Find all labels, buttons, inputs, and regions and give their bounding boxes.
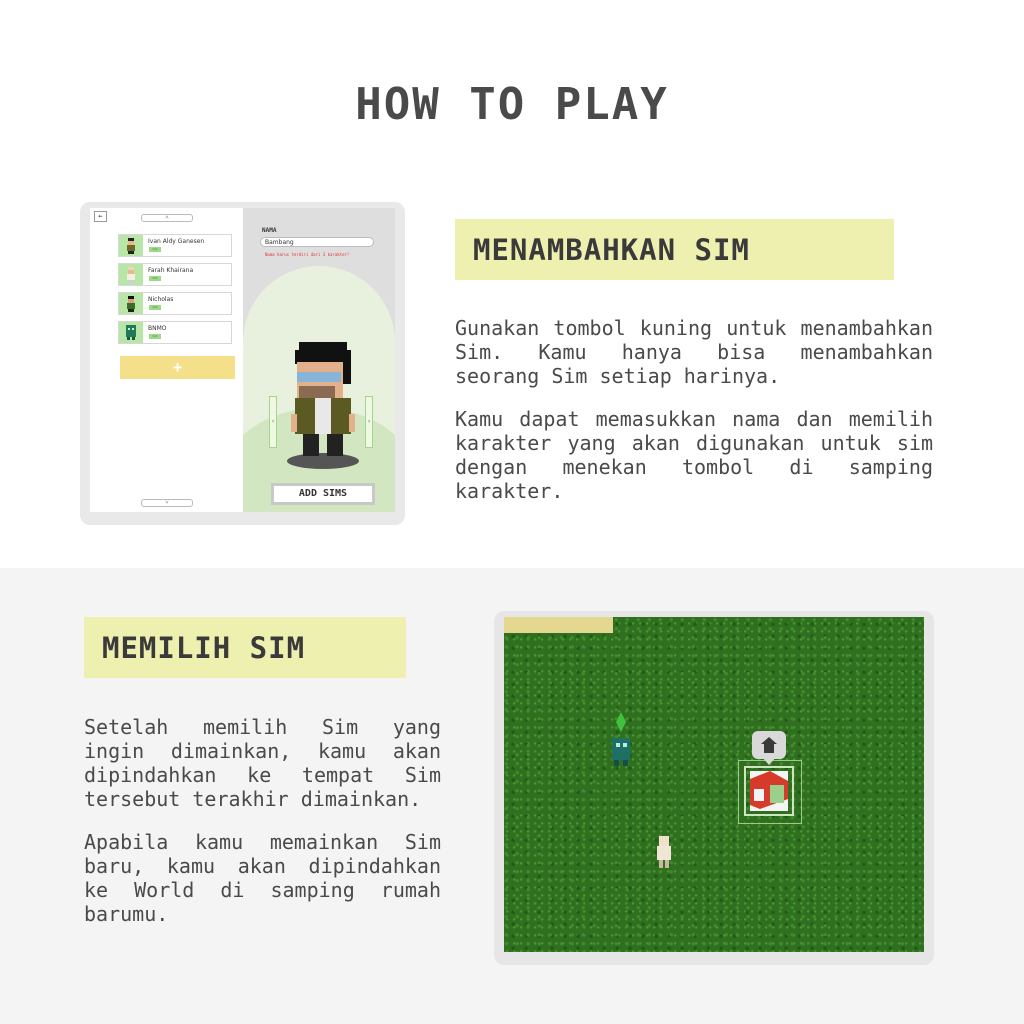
sim-name: Nicholas: [148, 296, 174, 303]
sim-name: Farah Khairana: [148, 267, 194, 274]
section1-paragraph-1: Gunakan tombol kuning untuk menambahkan …: [455, 316, 933, 388]
add-sims-button[interactable]: ADD SIMS: [271, 483, 375, 505]
add-sim-screenshot: ← ˄ Ivan Aldy Ganesen lvl Farah Khairana…: [80, 202, 405, 525]
npc-sprite[interactable]: [655, 836, 673, 870]
sim-badge: lvl: [149, 247, 161, 252]
add-sims-label: ADD SIMS: [274, 486, 372, 502]
house-sprite[interactable]: [750, 765, 788, 811]
section2-paragraph-1: Setelah memilih Sim yang ingin dimainkan…: [84, 715, 441, 811]
sim-avatar: [119, 264, 143, 285]
sim-character-sprite[interactable]: [608, 712, 634, 774]
sim-list-item[interactable]: Farah Khairana lvl: [118, 263, 232, 286]
name-label: NAMA: [262, 227, 277, 234]
add-sim-button[interactable]: +: [120, 356, 235, 379]
name-input[interactable]: Bambang: [260, 237, 374, 247]
sim-creator-panel: NAMA Bambang Nama harus terdiri dari 3 k…: [243, 208, 395, 512]
world-map-screenshot: [494, 611, 934, 965]
sim-list-item[interactable]: BNMO lvl: [118, 321, 232, 344]
home-marker-tip: [762, 757, 776, 765]
section2-paragraph-2: Apabila kamu memainkan Sim baru, kamu ak…: [84, 830, 441, 926]
page-title: HOW TO PLAY: [355, 79, 669, 130]
world-map[interactable]: [504, 617, 924, 952]
section-heading-add-sim: MENAMBAHKAN SIM: [455, 219, 894, 280]
sim-avatar: [119, 322, 143, 343]
back-arrow-icon[interactable]: ←: [94, 211, 107, 222]
section1-paragraph-2: Kamu dapat memasukkan nama dan memilih k…: [455, 407, 933, 503]
sim-badge: lvl: [149, 334, 161, 339]
character-sprite: [291, 342, 355, 456]
sim-name: BNMO: [148, 325, 167, 332]
next-character-button[interactable]: ›: [365, 396, 373, 448]
sand-patch: [504, 617, 613, 633]
sim-list-item[interactable]: Ivan Aldy Ganesen lvl: [118, 234, 232, 257]
sim-list-panel: ← ˄ Ivan Aldy Ganesen lvl Farah Khairana…: [90, 208, 243, 512]
sim-badge: lvl: [149, 305, 161, 310]
prev-character-button[interactable]: ‹: [269, 396, 277, 448]
scroll-down-button[interactable]: ˅: [141, 499, 193, 507]
sim-avatar: [119, 293, 143, 314]
name-hint: Nama harus terdiri dari 3 karakter!: [265, 252, 350, 257]
scroll-up-button[interactable]: ˄: [141, 214, 193, 222]
sim-list-item[interactable]: Nicholas lvl: [118, 292, 232, 315]
home-icon: [761, 737, 777, 753]
sim-avatar: [119, 235, 143, 256]
sim-badge: lvl: [149, 276, 161, 281]
sim-name: Ivan Aldy Ganesen: [148, 238, 205, 245]
section-heading-choose-sim: MEMILIH SIM: [84, 617, 406, 678]
